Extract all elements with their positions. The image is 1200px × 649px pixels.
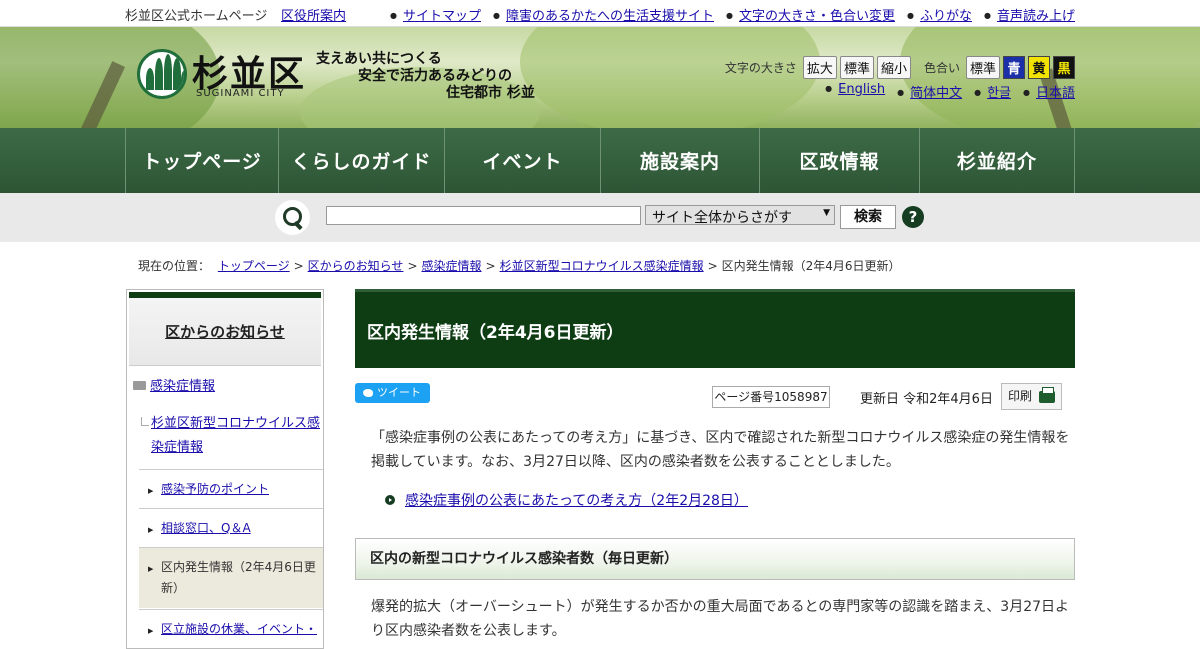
folder-icon (133, 381, 146, 390)
color-standard-button[interactable]: 標準 (965, 56, 1000, 79)
color-blue-button[interactable]: 青 (1003, 56, 1025, 79)
color-black-button[interactable]: 黒 (1053, 56, 1075, 79)
breadcrumb-link[interactable]: 区からのお知らせ (308, 259, 404, 273)
search-button[interactable]: 検索 (840, 205, 896, 229)
slogan: 支えあい共につくる 安全で活力あるみどりの 住宅都市 杉並 (316, 51, 535, 102)
section-paragraph: 爆発的拡大（オーバーシュート）が発生するか否かの重大局面であるとの専門家等の認識… (371, 599, 1070, 639)
sidebar-item-facility-closures[interactable]: 区立施設の休業、イベント・ (139, 609, 323, 649)
breadcrumb-label: 現在の位置： (138, 259, 211, 273)
printer-icon (1039, 387, 1055, 403)
nav-about-suginami[interactable]: 杉並紹介 (920, 128, 1075, 193)
arrow-bullet-icon (385, 495, 395, 505)
nav-events[interactable]: イベント (445, 128, 601, 193)
updated-date: 更新日 令和2年4月6日 (860, 392, 993, 407)
sidebar-item-label[interactable]: 杉並区新型コロナウイルス感染症情報 (151, 416, 320, 455)
nav-top[interactable]: トップページ (126, 128, 279, 193)
nav-living-guide[interactable]: くらしのガイド (279, 128, 445, 193)
font-shrink-button[interactable]: 縮小 (876, 56, 911, 79)
sidebar-item-label: 区内発生情報（2年4月6日更新） (161, 560, 316, 595)
page-number: ページ番号1058987 (712, 386, 830, 408)
main-content: 区内発生情報（2年4月6日更新） ツイート ページ番号1058987 更新日 令… (355, 289, 1075, 639)
tweet-button[interactable]: ツイート (355, 383, 430, 403)
utility-bar: 杉並区公式ホームページ 区役所案内 サイトマップ 障害のあるかたへの生活支援サイ… (0, 0, 1200, 27)
sidebar-item-current[interactable]: 区内発生情報（2年4月6日更新） (139, 547, 323, 608)
sidebar-item-prevention[interactable]: 感染予防のポイント (139, 469, 323, 509)
furigana-link[interactable]: ふりがな (907, 5, 972, 24)
office-guide-link[interactable]: 区役所案内 (281, 5, 346, 24)
nav-administration[interactable]: 区政情報 (760, 128, 920, 193)
font-standard-button[interactable]: 標準 (839, 56, 874, 79)
lang-japanese-link[interactable]: 日本語 (1023, 82, 1075, 101)
sidebar-item-label[interactable]: 区立施設の休業、イベント・ (161, 622, 317, 636)
lang-korean-link[interactable]: 한글 (974, 82, 1011, 101)
breadcrumb: 現在の位置： トップページ > 区からのお知らせ > 感染症情報 > 杉並区新型コロナウイル… (138, 259, 901, 273)
print-button[interactable]: 印刷 (1001, 383, 1062, 410)
font-color-settings-link[interactable]: 文字の大きさ・色合い変更 (726, 5, 895, 24)
lang-chinese-link[interactable]: 简体中文 (897, 82, 962, 101)
search-input[interactable] (326, 206, 641, 225)
print-label: 印刷 (1008, 389, 1033, 403)
sidebar-item-infection-info[interactable]: 感染症情報 (133, 375, 215, 394)
font-size-label: 文字の大きさ (724, 61, 797, 75)
sidebar-title[interactable]: 区からのお知らせ (129, 298, 321, 366)
sidebar-item-label[interactable]: 相談窓口、Q＆A (161, 521, 251, 535)
site-header: 杉並区 SUGINAMI CITY 支えあい共につくる 安全で活力あるみどりの … (0, 27, 1200, 128)
nav-facilities[interactable]: 施設案内 (601, 128, 760, 193)
search-icon (275, 200, 310, 235)
sidebar-item-label[interactable]: 感染症情報 (150, 379, 215, 394)
sidebar-item-consultation[interactable]: 相談窓口、Q＆A (139, 508, 323, 548)
utility-links: サイトマップ 障害のあるかたへの生活支援サイト 文字の大きさ・色合い変更 ふりが… (390, 5, 1075, 24)
breadcrumb-link[interactable]: 感染症情報 (422, 259, 482, 273)
policy-link-text[interactable]: 感染症事例の公表にあたっての考え方（2年2月28日） (405, 493, 748, 509)
slogan-line: 住宅都市 杉並 (446, 85, 535, 101)
font-enlarge-button[interactable]: 拡大 (802, 56, 837, 79)
slogan-line: 支えあい共につくる (316, 51, 442, 67)
breadcrumb-current: 区内発生情報（2年4月6日更新） (721, 259, 901, 273)
policy-link[interactable]: 感染症事例の公表にあたっての考え方（2年2月28日） (385, 490, 748, 510)
language-links: English 简体中文 한글 日本語 (825, 82, 1075, 101)
text-to-speech-link[interactable]: 音声読み上げ (984, 5, 1075, 24)
sidebar-item-label[interactable]: 感染予防のポイント (161, 482, 269, 496)
suginami-logo-icon[interactable] (137, 49, 187, 99)
sidebar-item-covid-info[interactable]: 杉並区新型コロナウイルス感染症情報 (137, 412, 323, 460)
sitemap-link[interactable]: サイトマップ (390, 5, 481, 24)
site-name: 杉並区公式ホームページ (125, 9, 268, 24)
help-icon[interactable]: ? (902, 206, 924, 228)
lead-paragraph: 「感染症事例の公表にあたっての考え方」に基づき、区内で確認された新型コロナウイル… (371, 430, 1070, 470)
tweet-label: ツイート (377, 386, 421, 399)
breadcrumb-link[interactable]: トップページ (218, 259, 290, 273)
search-scope-select[interactable]: サイト全体からさがす (645, 205, 835, 226)
color-label: 色合い (923, 61, 960, 75)
global-nav: トップページ くらしのガイド イベント 施設案内 区政情報 杉並紹介 (0, 128, 1200, 193)
search-bar: サイト全体からさがす 検索 ? (0, 193, 1200, 242)
section-heading: 区内の新型コロナウイルス感染者数（毎日更新） (355, 538, 1075, 580)
logo-subtitle: SUGINAMI CITY (196, 88, 285, 99)
sidebar: 区からのお知らせ 感染症情報 杉並区新型コロナウイルス感染症情報 感染予防のポイ… (126, 289, 324, 649)
page-title: 区内発生情報（2年4月6日更新） (355, 289, 1075, 368)
disability-support-link[interactable]: 障害のあるかたへの生活支援サイト (493, 5, 714, 24)
slogan-line: 安全で活力あるみどりの (358, 68, 512, 84)
color-yellow-button[interactable]: 黄 (1028, 56, 1050, 79)
lang-english-link[interactable]: English (825, 82, 885, 101)
display-controls: 文字の大きさ 拡大 標準 縮小 色合い 標準 青 黄 黒 (725, 56, 1075, 79)
breadcrumb-link[interactable]: 杉並区新型コロナウイルス感染症情報 (500, 259, 704, 273)
